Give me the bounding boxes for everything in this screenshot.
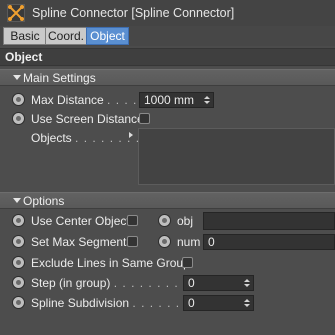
spline-subdivision-text: Spline Subdivision <box>31 296 130 310</box>
num-field[interactable]: 0 <box>203 234 335 250</box>
title-bar: Spline Connector [Spline Connector] <box>0 0 335 26</box>
stepper-icon[interactable] <box>204 96 210 105</box>
tab-object[interactable]: Object <box>86 27 129 45</box>
num-label: num <box>177 235 201 249</box>
window-title: Spline Connector [Spline Connector] <box>32 6 235 20</box>
max-distance-value: 1000 mm <box>144 93 195 107</box>
group-header-main-settings[interactable]: Main Settings <box>0 69 335 86</box>
stepper-icon[interactable] <box>244 299 250 308</box>
spline-subdivision-field[interactable]: 0 <box>183 295 254 311</box>
animate-set-max-segments-button[interactable] <box>12 235 25 248</box>
spline-connector-icon <box>7 4 25 22</box>
obj-link-field[interactable] <box>203 212 335 230</box>
spline-subdivision-value: 0 <box>188 296 195 310</box>
exclude-lines-label: Exclude Lines in Same Group <box>31 256 190 270</box>
set-max-segments-checkbox[interactable] <box>127 236 138 247</box>
step-field[interactable]: 0 <box>183 275 254 291</box>
use-screen-distance-label: Use Screen Distance <box>31 112 144 126</box>
obj-label: obj <box>177 214 194 228</box>
step-value: 0 <box>188 276 195 290</box>
tab-bar: Basic Coord. Object <box>0 26 335 46</box>
animate-max-distance-button[interactable] <box>12 93 25 106</box>
section-title: Object <box>5 50 43 64</box>
objects-list-box[interactable] <box>138 128 335 185</box>
group-header-options[interactable]: Options <box>0 192 335 209</box>
group-label: Options <box>23 194 65 208</box>
use-center-object-checkbox[interactable] <box>127 215 138 226</box>
max-distance-label: Max Distance . . . . . . <box>31 93 155 107</box>
objects-expand-arrow-icon[interactable] <box>129 132 133 138</box>
spline-subdivision-label: Spline Subdivision . . . . . . . . . <box>31 296 206 310</box>
collapse-arrow-icon[interactable] <box>13 75 21 80</box>
use-screen-distance-checkbox[interactable] <box>139 113 150 124</box>
exclude-lines-checkbox[interactable] <box>182 257 193 268</box>
step-text: Step (in group) <box>31 276 111 290</box>
step-label: Step (in group) . . . . . . . . . . . <box>31 276 205 290</box>
animate-use-screen-distance-button[interactable] <box>12 112 25 125</box>
group-label: Main Settings <box>23 71 96 85</box>
animate-use-center-object-button[interactable] <box>12 214 25 227</box>
use-center-object-label: Use Center Object <box>31 214 130 228</box>
animate-spline-subdivision-button[interactable] <box>12 296 25 309</box>
collapse-arrow-icon[interactable] <box>13 198 21 203</box>
stepper-icon[interactable] <box>244 279 250 288</box>
tab-basic[interactable]: Basic <box>3 27 47 45</box>
animate-exclude-lines-button[interactable] <box>12 256 25 269</box>
max-distance-field[interactable]: 1000 mm <box>139 92 214 108</box>
tab-coord[interactable]: Coord. <box>45 27 87 45</box>
section-header-object: Object <box>0 48 335 66</box>
animate-obj-button[interactable] <box>158 214 171 227</box>
max-distance-text: Max Distance <box>31 93 104 107</box>
animate-num-button[interactable] <box>158 235 171 248</box>
animate-step-button[interactable] <box>12 276 25 289</box>
objects-text: Objects <box>31 131 72 145</box>
num-value: 0 <box>208 235 215 249</box>
set-max-segments-label: Set Max Segments <box>31 235 133 249</box>
